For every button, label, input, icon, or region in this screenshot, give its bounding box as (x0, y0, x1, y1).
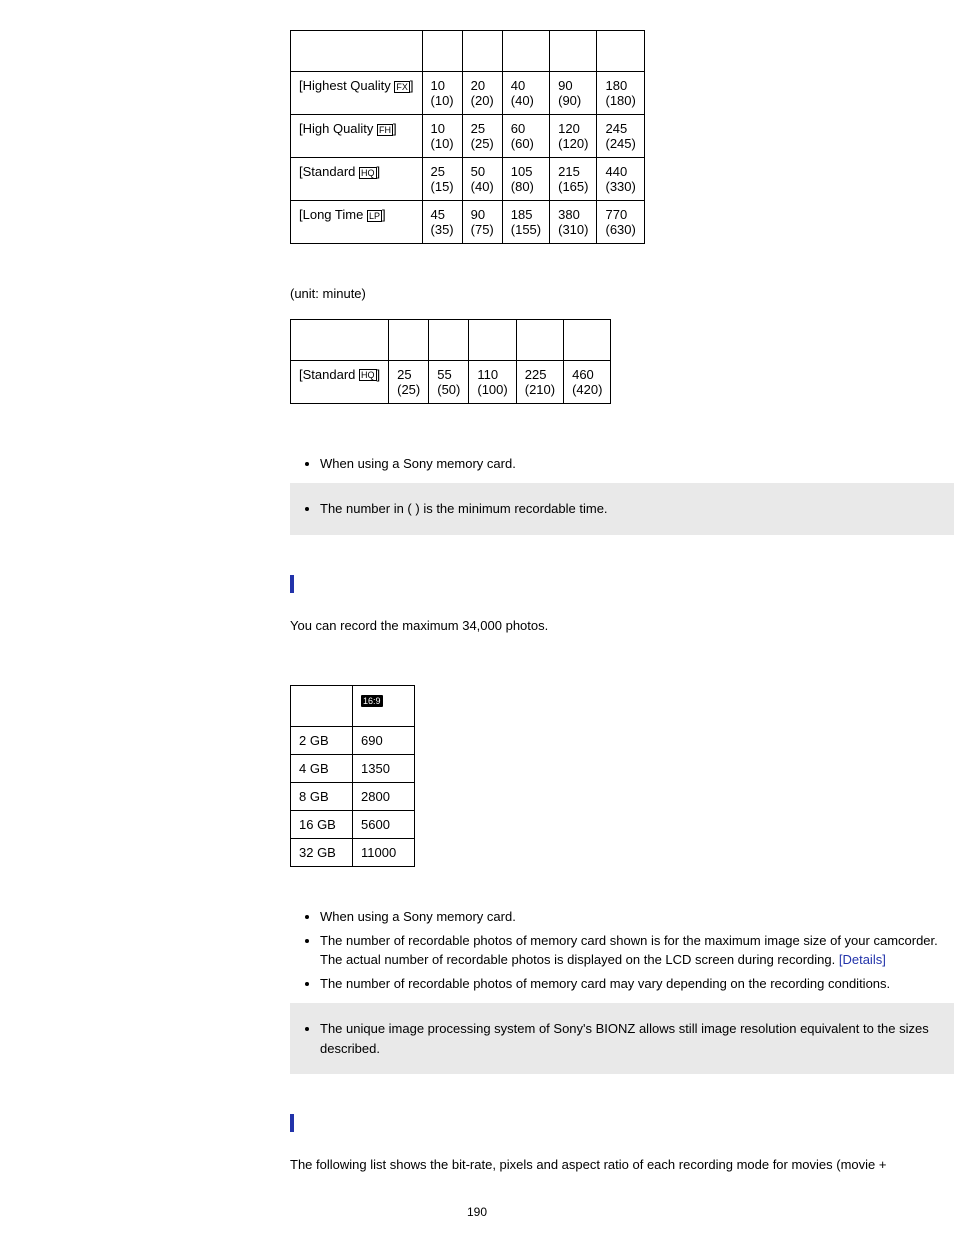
table-row: [High Quality FH] 10(10) 25(25) 60(60) 1… (291, 115, 645, 158)
notes-list: When using a Sony memory card. (290, 454, 954, 474)
note-box: The unique image processing system of So… (290, 1003, 954, 1074)
fh-icon: FH (377, 124, 393, 136)
list-item: The number of recordable photos of memor… (320, 974, 954, 994)
list-item: The unique image processing system of So… (320, 1019, 954, 1058)
bottom-paragraph: The following list shows the bit-rate, p… (290, 1155, 954, 1175)
mode-label: [High Quality FH] (291, 115, 423, 158)
photo-count-table: 16:9 2 GB690 4 GB1350 8 GB2800 16 GB5600… (290, 685, 415, 867)
list-item: The number in ( ) is the minimum recorda… (320, 499, 954, 519)
table-header-row (291, 319, 611, 360)
table-row: 32 GB11000 (291, 839, 415, 867)
list-item: When using a Sony memory card. (320, 454, 954, 474)
hq-icon: HQ (359, 369, 377, 381)
list-item: When using a Sony memory card. (320, 907, 954, 927)
section-marker (290, 575, 294, 593)
lp-icon: LP (367, 210, 382, 222)
details-link[interactable]: [Details] (839, 952, 886, 967)
mode-label: [Highest Quality FX] (291, 72, 423, 115)
unit-label: (unit: minute) (290, 284, 954, 304)
table-row: 16 GB5600 (291, 811, 415, 839)
note-box: The number in ( ) is the minimum recorda… (290, 483, 954, 535)
mode-label: [Standard HQ] (291, 158, 423, 201)
table-row: [Highest Quality FX] 10(10) 20(20) 40(40… (291, 72, 645, 115)
table-row: [Long Time LP] 45(35) 90(75) 185(155) 38… (291, 201, 645, 244)
section-marker (290, 1114, 294, 1132)
mode-label: [Long Time LP] (291, 201, 423, 244)
notes-list: When using a Sony memory card. The numbe… (290, 907, 954, 993)
recording-time-table: [Highest Quality FX] 10(10) 20(20) 40(40… (290, 30, 645, 244)
fx-icon: FX (394, 81, 410, 93)
table-row: 4 GB1350 (291, 755, 415, 783)
mode-label: [Standard HQ] (291, 360, 389, 403)
table-header-row (291, 31, 645, 72)
table-row: [Standard HQ] 25(15) 50(40) 105(80) 215(… (291, 158, 645, 201)
recording-time-table-2: [Standard HQ] 25(25) 55(50) 110(100) 225… (290, 319, 611, 404)
table-row: [Standard HQ] 25(25) 55(50) 110(100) 225… (291, 360, 611, 403)
hq-icon: HQ (359, 167, 377, 179)
table-header-row: 16:9 (291, 686, 415, 727)
aspect-169-icon: 16:9 (361, 695, 383, 707)
list-item: The number of recordable photos of memor… (320, 931, 954, 970)
table-row: 2 GB690 (291, 727, 415, 755)
table-row: 8 GB2800 (291, 783, 415, 811)
photos-text: You can record the maximum 34,000 photos… (290, 616, 954, 636)
page-number: 190 (0, 1205, 954, 1219)
